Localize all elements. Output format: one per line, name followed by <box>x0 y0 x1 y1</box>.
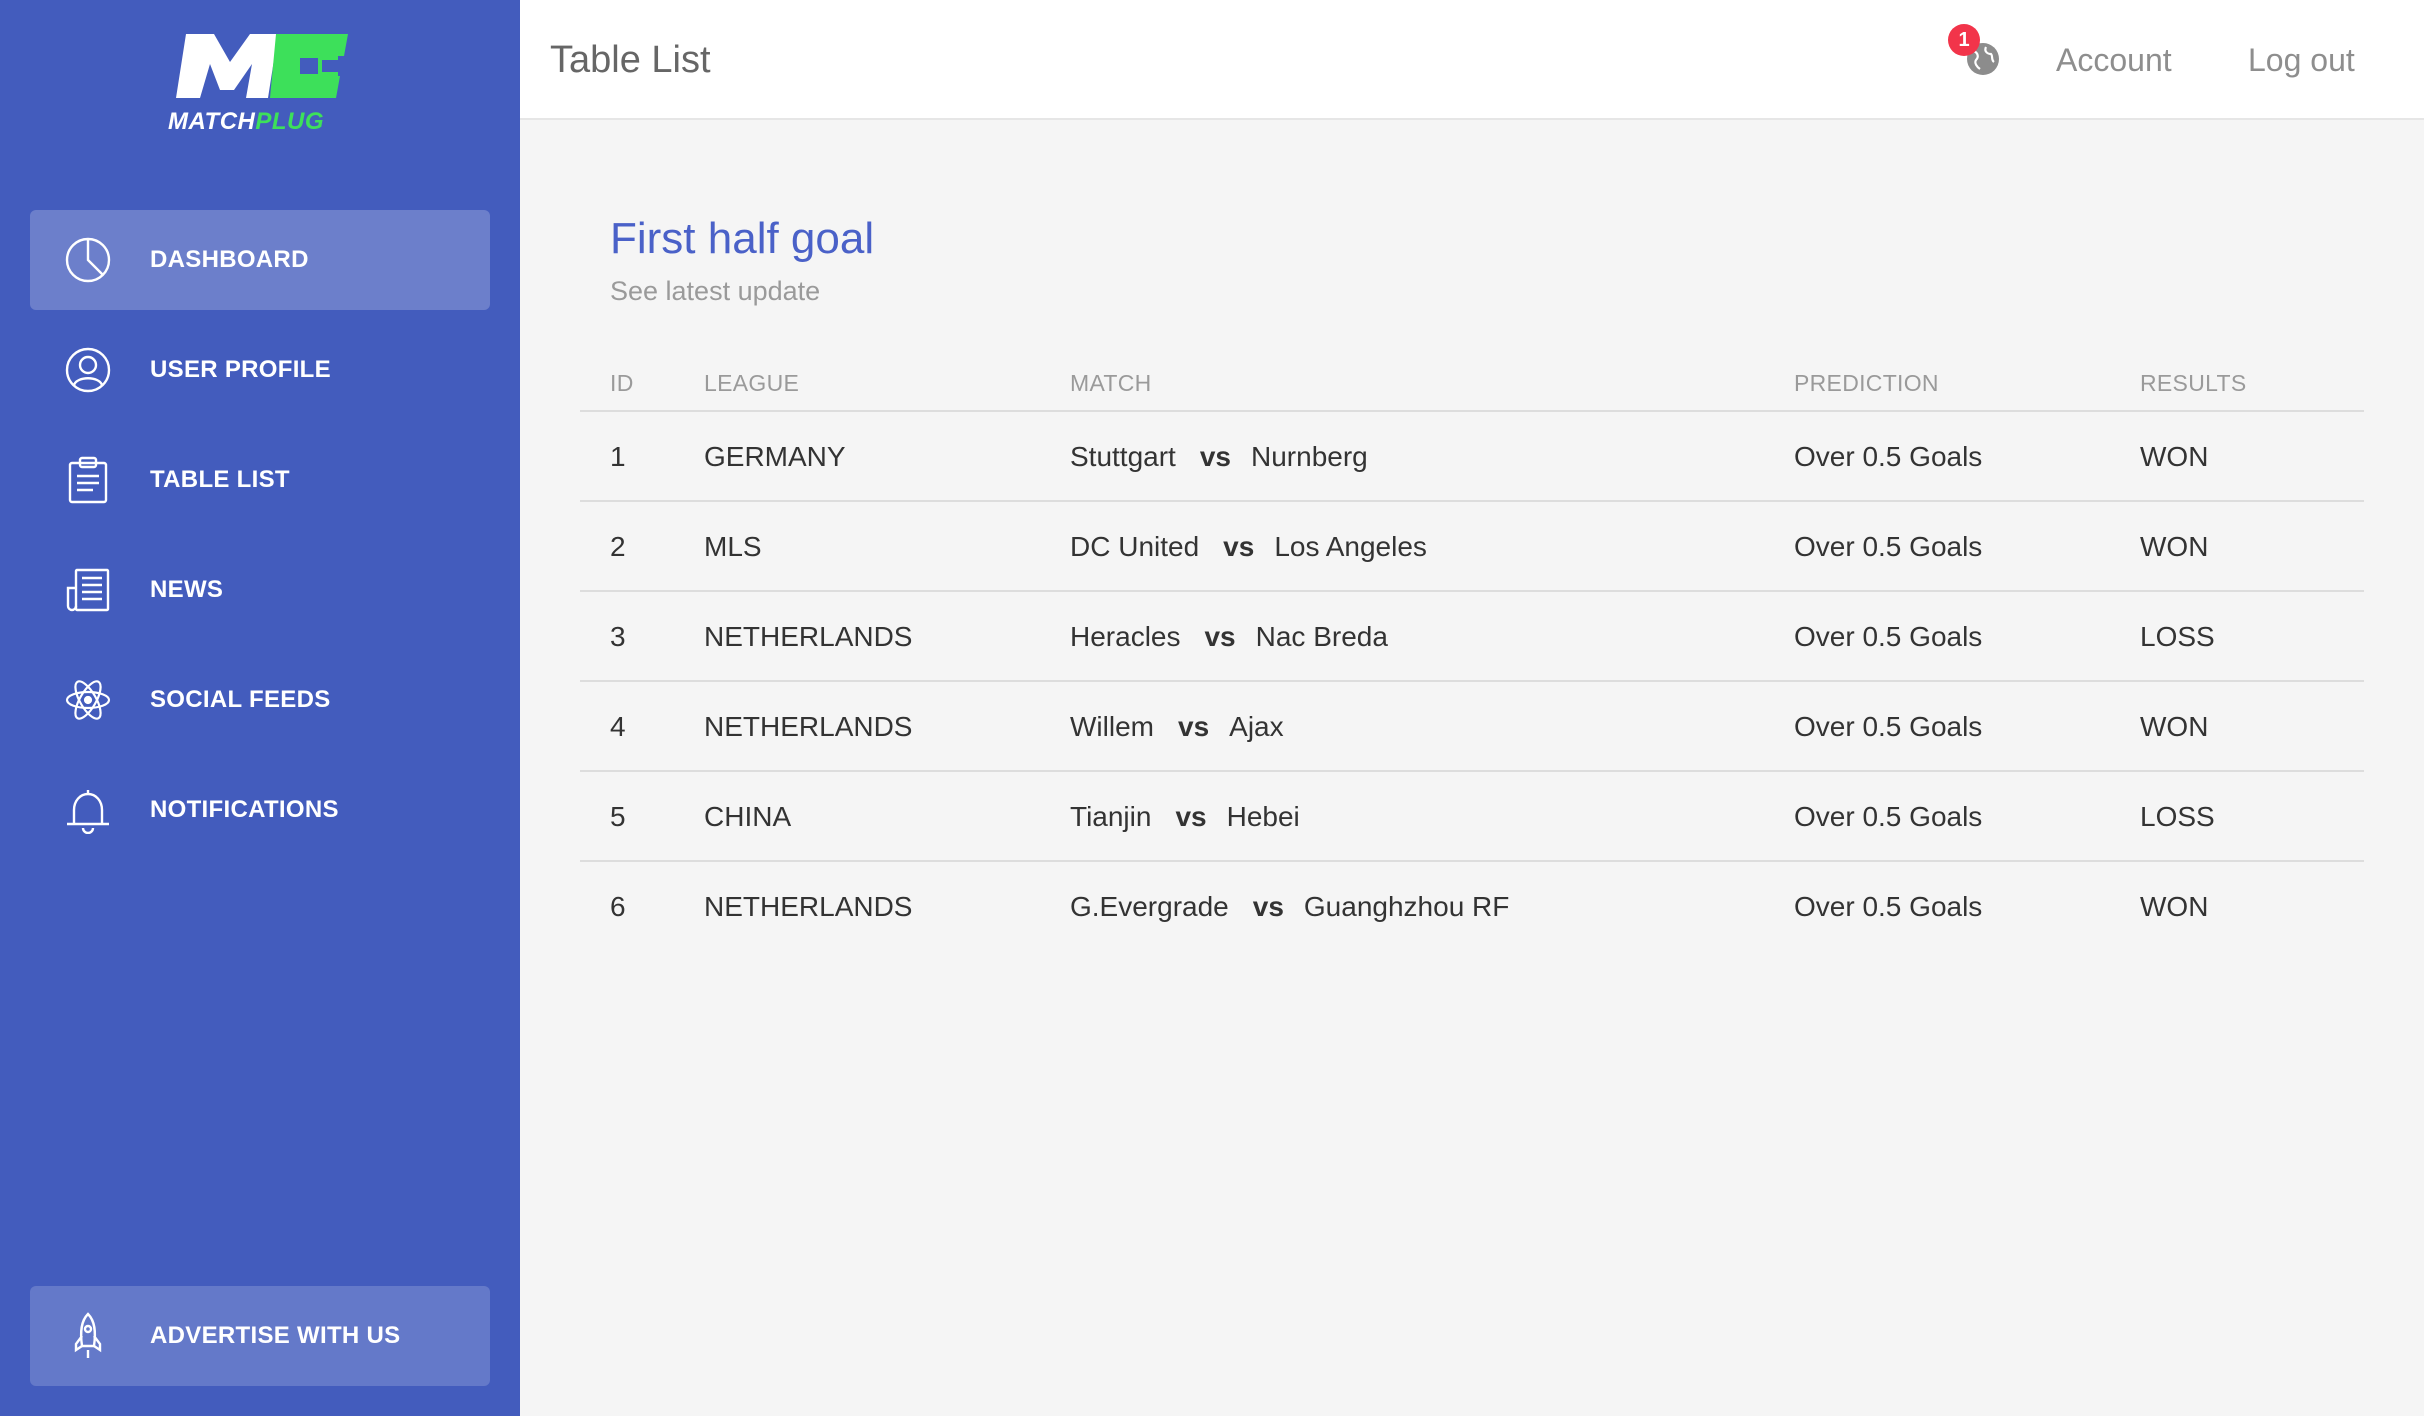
column-header-league: LEAGUE <box>704 370 800 396</box>
pie-chart-icon <box>64 236 112 284</box>
logo-mark-icon <box>176 34 348 98</box>
vs-label: vs <box>1178 711 1210 742</box>
home-team: G.Evergrade <box>1070 891 1229 922</box>
table-row: 4 NETHERLANDS Willem vs Ajax Over 0.5 Goal… <box>580 682 2364 772</box>
cell-match: Heracles vs Nac Breda <box>1070 592 1388 682</box>
cell-id: 3 <box>610 621 626 652</box>
cell-result: WON <box>2140 441 2209 472</box>
cell-id: 2 <box>610 531 626 562</box>
sidebar-item-label: USER PROFILE <box>150 356 331 383</box>
table-row: 1 GERMANY Stuttgart vs Nurnberg Over 0.5 G… <box>580 412 2364 502</box>
away-team: Ajax <box>1229 711 1284 742</box>
table-row: 3 NETHERLANDS Heracles vs Nac Breda Over 0… <box>580 592 2364 682</box>
home-team: Stuttgart <box>1070 441 1176 472</box>
sidebar-item-social-feeds[interactable]: SOCIAL FEEDS <box>30 650 490 750</box>
top-navbar: Table List 1 Account Log out <box>520 0 2424 120</box>
logo-word-match: MATCH <box>168 108 256 135</box>
cell-id: 6 <box>610 891 626 922</box>
logo-wordmark: MATCHPLUG <box>168 108 352 136</box>
sidebar-item-news[interactable]: NEWS <box>30 540 490 640</box>
cell-result: LOSS <box>2140 621 2215 652</box>
cell-prediction: Over 0.5 Goals <box>1794 621 1983 652</box>
cell-league: NETHERLANDS <box>704 621 913 652</box>
cell-league: GERMANY <box>704 441 846 472</box>
bell-icon <box>64 786 112 834</box>
cell-match: Willem vs Ajax <box>1070 682 1284 772</box>
cell-prediction: Over 0.5 Goals <box>1794 711 1983 742</box>
table-header: ID LEAGUE MATCH PREDICTION RESULTS <box>580 356 2364 412</box>
cell-match: Stuttgart vs Nurnberg <box>1070 412 1368 502</box>
home-team: Tianjin <box>1070 801 1152 832</box>
cell-result: LOSS <box>2140 801 2215 832</box>
sidebar-item-dashboard[interactable]: DASHBOARD <box>30 210 490 310</box>
cell-prediction: Over 0.5 Goals <box>1794 531 1983 562</box>
cell-result: WON <box>2140 531 2209 562</box>
vs-label: vs <box>1252 891 1284 922</box>
cell-league: CHINA <box>704 801 792 832</box>
notifications-button[interactable]: 1 <box>1948 24 2004 80</box>
atom-icon <box>64 676 112 724</box>
cell-id: 4 <box>610 711 626 742</box>
column-header-results: RESULTS <box>2140 370 2247 396</box>
sidebar-item-label: DASHBOARD <box>150 246 309 273</box>
cell-prediction: Over 0.5 Goals <box>1794 891 1983 922</box>
vs-label: vs <box>1199 441 1231 472</box>
cell-match: Tianjin vs Hebei <box>1070 772 1300 862</box>
logo-word-plug: PLUG <box>255 108 325 135</box>
newspaper-icon <box>64 566 112 614</box>
away-team: Hebei <box>1226 801 1300 832</box>
home-team: Willem <box>1070 711 1154 742</box>
rocket-icon <box>64 1312 112 1360</box>
home-team: Heracles <box>1070 621 1181 652</box>
cell-result: WON <box>2140 891 2209 922</box>
cell-league: NETHERLANDS <box>704 711 913 742</box>
sidebar-item-notifications[interactable]: NOTIFICATIONS <box>30 760 490 860</box>
home-team: DC United <box>1070 531 1200 562</box>
away-team: Guanghzhou RF <box>1303 891 1510 922</box>
vs-label: vs <box>1223 531 1255 562</box>
sidebar-item-table-list[interactable]: TABLE LIST <box>30 430 490 530</box>
cell-id: 5 <box>610 801 626 832</box>
sidebar-item-label: NOTIFICATIONS <box>150 796 339 823</box>
notification-badge: 1 <box>1948 24 1980 56</box>
column-header-prediction: PREDICTION <box>1794 370 1939 396</box>
table-row: 2 MLS DC United vs Los Angeles Over 0.5 Go… <box>580 502 2364 592</box>
card-subtitle: See latest update <box>610 276 821 306</box>
sidebar-item-label: NEWS <box>150 576 224 603</box>
logout-link[interactable]: Log out <box>2248 0 2355 120</box>
cell-prediction: Over 0.5 Goals <box>1794 801 1983 832</box>
away-team: Nac Breda <box>1255 621 1388 652</box>
cell-league: MLS <box>704 531 762 562</box>
card-title: First half goal <box>610 214 875 263</box>
column-header-id: ID <box>610 370 634 396</box>
cell-match: G.Evergrade vs Guanghzhou RF <box>1070 862 1509 952</box>
clipboard-icon <box>64 456 112 504</box>
away-team: Los Angeles <box>1274 531 1427 562</box>
cell-league: NETHERLANDS <box>704 891 913 922</box>
table-row: 5 CHINA Tianjin vs Hebei Over 0.5 Goals LO… <box>580 772 2364 862</box>
sidebar-item-label: TABLE LIST <box>150 466 290 493</box>
away-team: Nurnberg <box>1251 441 1368 472</box>
vs-label: vs <box>1175 801 1207 832</box>
page-title: Table List <box>550 39 711 81</box>
sidebar-nav: DASHBOARD USER PROFILE TABLE LIST NEWS S… <box>30 210 490 870</box>
advertise-button[interactable]: ADVERTISE WITH US <box>30 1286 490 1386</box>
sidebar: MATCHPLUG DASHBOARD USER PROFILE TABLE L… <box>0 0 520 1416</box>
table-row: 6 NETHERLANDS G.Evergrade vs Guanghzhou RF… <box>580 862 2364 952</box>
cell-prediction: Over 0.5 Goals <box>1794 441 1983 472</box>
vs-label: vs <box>1204 621 1236 652</box>
account-link[interactable]: Account <box>2056 0 2172 120</box>
predictions-table: ID LEAGUE MATCH PREDICTION RESULTS 1 GER… <box>580 356 2364 952</box>
sidebar-item-user-profile[interactable]: USER PROFILE <box>30 320 490 420</box>
cell-match: DC United vs Los Angeles <box>1070 502 1427 592</box>
cell-result: WON <box>2140 711 2209 742</box>
advertise-label: ADVERTISE WITH US <box>150 1322 401 1349</box>
matchplug-logo[interactable]: MATCHPLUG <box>168 28 352 136</box>
cell-id: 1 <box>610 441 626 472</box>
sidebar-item-label: SOCIAL FEEDS <box>150 686 331 713</box>
user-icon <box>64 346 112 394</box>
column-header-match: MATCH <box>1070 370 1152 396</box>
